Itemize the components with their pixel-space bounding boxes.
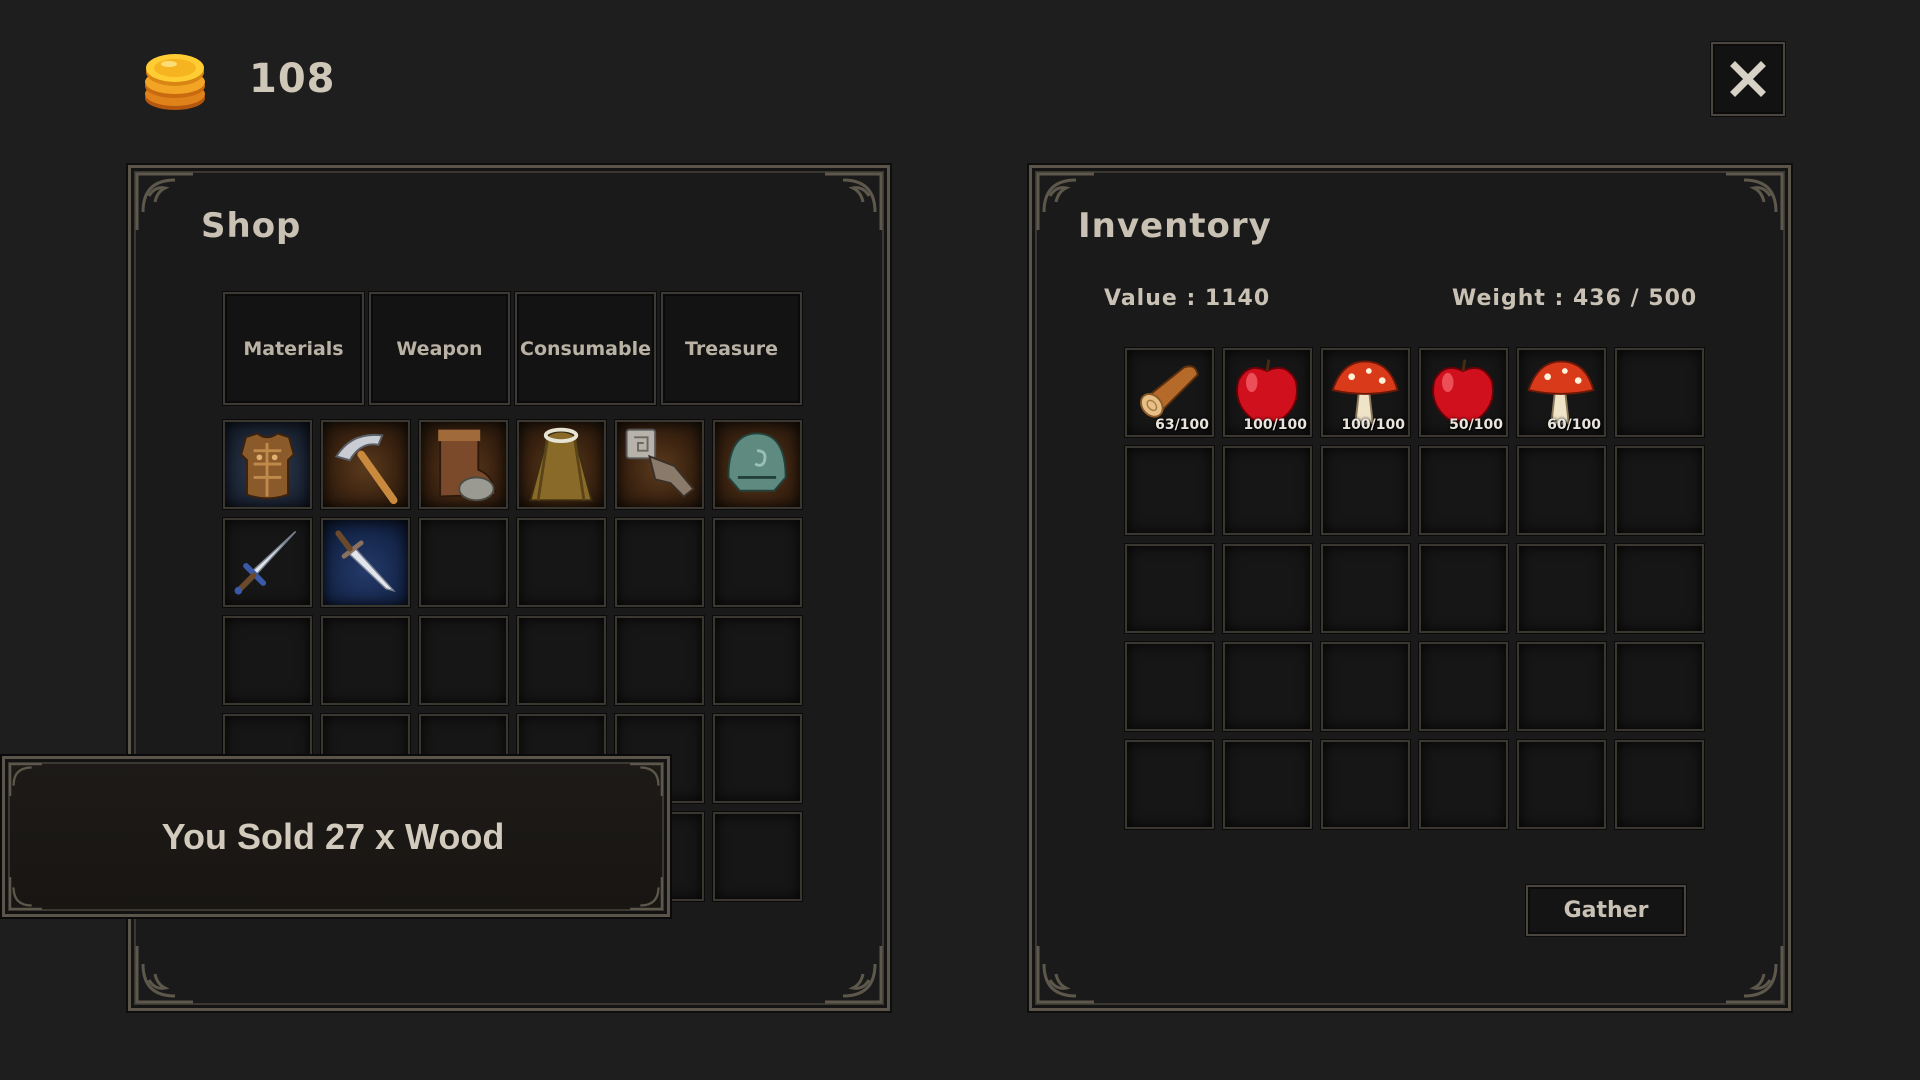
item-quantity: 60/100 bbox=[1547, 417, 1601, 433]
inventory-slot-empty[interactable] bbox=[1615, 348, 1704, 437]
item-quantity: 100/100 bbox=[1243, 417, 1307, 433]
shop-slot-chest-armor[interactable] bbox=[223, 420, 312, 509]
inventory-slot-empty[interactable] bbox=[1517, 544, 1606, 633]
x-icon bbox=[1730, 61, 1766, 97]
shop-slot-helmet[interactable] bbox=[713, 420, 802, 509]
inventory-slot-empty[interactable] bbox=[1615, 446, 1704, 535]
ornament-corner bbox=[825, 946, 883, 1004]
inventory-title: Inventory bbox=[1078, 206, 1272, 246]
shop-slot-boots[interactable] bbox=[419, 420, 508, 509]
ornament-corner bbox=[630, 763, 663, 796]
shop-slot-empty[interactable] bbox=[517, 518, 606, 607]
ornament-corner bbox=[1726, 946, 1784, 1004]
inventory-slot-empty[interactable] bbox=[1321, 740, 1410, 829]
inventory-slot-empty[interactable] bbox=[1321, 642, 1410, 731]
tab-consumable[interactable]: Consumable bbox=[515, 292, 656, 405]
inventory-slot-empty[interactable] bbox=[1223, 446, 1312, 535]
shop-slot-cloak[interactable] bbox=[517, 420, 606, 509]
item-quantity: 50/100 bbox=[1449, 417, 1503, 433]
inventory-slot-empty[interactable] bbox=[1615, 740, 1704, 829]
inventory-slot-empty[interactable] bbox=[1223, 740, 1312, 829]
ornament-corner bbox=[135, 946, 193, 1004]
inventory-slot-empty[interactable] bbox=[1615, 642, 1704, 731]
inventory-slot-empty[interactable] bbox=[1517, 740, 1606, 829]
inventory-slot-apple[interactable]: 100/100 bbox=[1223, 348, 1312, 437]
shop-slot-empty[interactable] bbox=[713, 714, 802, 803]
inventory-slot-empty[interactable] bbox=[1321, 544, 1410, 633]
gold-coins-icon bbox=[139, 48, 211, 114]
inventory-slot-empty[interactable] bbox=[1419, 446, 1508, 535]
notification-message: You Sold 27 x Wood bbox=[161, 815, 505, 857]
inventory-slot-empty[interactable] bbox=[1125, 544, 1214, 633]
ornament-corner bbox=[1726, 172, 1784, 230]
inventory-slot-empty[interactable] bbox=[1419, 740, 1508, 829]
gather-button[interactable]: Gather bbox=[1526, 885, 1686, 936]
inventory-value: Value : 1140 bbox=[1104, 286, 1271, 311]
inventory-slot-mushroom[interactable]: 100/100 bbox=[1321, 348, 1410, 437]
gauntlet-icon bbox=[625, 428, 695, 498]
helmet-icon bbox=[727, 432, 787, 492]
inventory-slot-empty[interactable] bbox=[1517, 642, 1606, 731]
inventory-slot-empty[interactable] bbox=[1125, 740, 1214, 829]
sword-icon bbox=[234, 530, 297, 595]
sale-notification: You Sold 27 x Wood bbox=[2, 756, 670, 917]
inventory-slot-mushroom[interactable]: 60/100 bbox=[1517, 348, 1606, 437]
ornament-corner bbox=[9, 763, 42, 796]
inventory-slot-apple[interactable]: 50/100 bbox=[1419, 348, 1508, 437]
shop-slot-empty[interactable] bbox=[713, 518, 802, 607]
inventory-slot-empty[interactable] bbox=[1321, 446, 1410, 535]
cloak-icon bbox=[529, 427, 593, 502]
item-quantity: 100/100 bbox=[1341, 417, 1405, 433]
inventory-slot-empty[interactable] bbox=[1615, 544, 1704, 633]
dagger-icon bbox=[335, 530, 396, 592]
shop-slot-empty[interactable] bbox=[419, 616, 508, 705]
chest-armor-icon bbox=[240, 432, 295, 500]
inventory-panel: Inventory Value : 1140 Weight : 436 / 50… bbox=[1029, 165, 1791, 1011]
tab-treasure[interactable]: Treasure bbox=[661, 292, 802, 405]
shop-slot-empty[interactable] bbox=[713, 812, 802, 901]
item-quantity: 63/100 bbox=[1155, 417, 1209, 433]
shop-slot-pickaxe[interactable] bbox=[321, 420, 410, 509]
inventory-slot-empty[interactable] bbox=[1125, 446, 1214, 535]
inventory-slot-empty[interactable] bbox=[1125, 642, 1214, 731]
shop-slot-empty[interactable] bbox=[713, 616, 802, 705]
close-button[interactable] bbox=[1711, 42, 1785, 116]
ornament-corner bbox=[825, 172, 883, 230]
inventory-slot-empty[interactable] bbox=[1223, 544, 1312, 633]
inventory-weight: Weight : 436 / 500 bbox=[1452, 286, 1698, 311]
shop-slot-sword[interactable] bbox=[223, 518, 312, 607]
tab-weapon[interactable]: Weapon bbox=[369, 292, 510, 405]
inventory-slot-empty[interactable] bbox=[1517, 446, 1606, 535]
ornament-corner bbox=[1036, 946, 1094, 1004]
shop-slot-gauntlet[interactable] bbox=[615, 420, 704, 509]
shop-slot-empty[interactable] bbox=[419, 518, 508, 607]
shop-slot-empty[interactable] bbox=[517, 616, 606, 705]
gold-amount: 108 bbox=[249, 56, 336, 102]
shop-slot-empty[interactable] bbox=[223, 616, 312, 705]
shop-slot-empty[interactable] bbox=[321, 616, 410, 705]
inventory-slot-empty[interactable] bbox=[1223, 642, 1312, 731]
boots-icon bbox=[438, 428, 497, 502]
ornament-corner bbox=[630, 877, 663, 910]
inventory-slot-wood[interactable]: 63/100 bbox=[1125, 348, 1214, 437]
shop-title: Shop bbox=[201, 206, 302, 246]
shop-slot-empty[interactable] bbox=[615, 518, 704, 607]
shop-slot-empty[interactable] bbox=[615, 616, 704, 705]
inventory-slot-empty[interactable] bbox=[1419, 642, 1508, 731]
ornament-corner bbox=[135, 172, 193, 230]
pickaxe-icon bbox=[334, 433, 398, 505]
tab-materials[interactable]: Materials bbox=[223, 292, 364, 405]
shop-slot-dagger[interactable] bbox=[321, 518, 410, 607]
ornament-corner bbox=[9, 877, 42, 910]
inventory-slot-empty[interactable] bbox=[1419, 544, 1508, 633]
